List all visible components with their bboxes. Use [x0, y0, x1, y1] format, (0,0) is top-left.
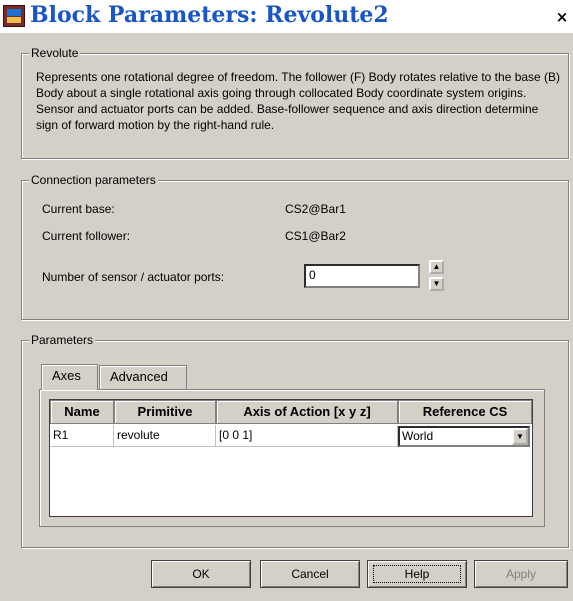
current-base-label: Current base:	[42, 202, 115, 216]
tab-axes[interactable]: Axes	[41, 364, 98, 390]
axes-table: Name Primitive Axis of Action [x y z] Re…	[49, 399, 533, 517]
ports-label: Number of sensor / actuator ports:	[42, 270, 225, 284]
column-header-reference: Reference CS	[398, 400, 532, 424]
parameters-legend: Parameters	[29, 333, 96, 347]
focus-ring	[373, 565, 461, 583]
help-button[interactable]: Help	[367, 560, 467, 588]
apply-button[interactable]: Apply	[474, 560, 568, 588]
current-follower-label: Current follower:	[42, 229, 131, 243]
ports-input[interactable]: 0	[304, 264, 420, 288]
chevron-down-icon[interactable]: ▼	[512, 428, 528, 445]
spin-down-icon[interactable]: ▼	[429, 277, 444, 291]
cell-primitive[interactable]: revolute	[114, 425, 216, 447]
connection-legend: Connection parameters	[29, 173, 158, 187]
reference-cs-value: World	[402, 429, 434, 443]
block-icon	[3, 5, 25, 27]
column-header-name: Name	[50, 400, 114, 424]
cancel-button[interactable]: Cancel	[260, 560, 360, 588]
window-title: Block Parameters: Revolute2	[30, 2, 389, 28]
title-bar[interactable]: Block Parameters: Revolute2 ×	[0, 0, 573, 33]
current-follower-value: CS1@Bar2	[285, 229, 346, 243]
ok-button[interactable]: OK	[151, 560, 251, 588]
spin-up-icon[interactable]: ▲	[429, 260, 444, 274]
column-header-primitive: Primitive	[114, 400, 216, 424]
cell-axis-of-action[interactable]: [0 0 1]	[216, 425, 398, 447]
reference-cs-select[interactable]: World ▼	[398, 426, 530, 447]
connection-group	[21, 180, 569, 320]
revolute-legend: Revolute	[29, 46, 81, 60]
tab-advanced[interactable]: Advanced	[99, 365, 187, 389]
cell-name[interactable]: R1	[50, 425, 114, 447]
close-icon[interactable]: ×	[554, 8, 570, 26]
revolute-description: Represents one rotational degree of free…	[36, 70, 561, 132]
current-base-value: CS2@Bar1	[285, 202, 346, 216]
column-header-axis: Axis of Action [x y z]	[216, 400, 398, 424]
